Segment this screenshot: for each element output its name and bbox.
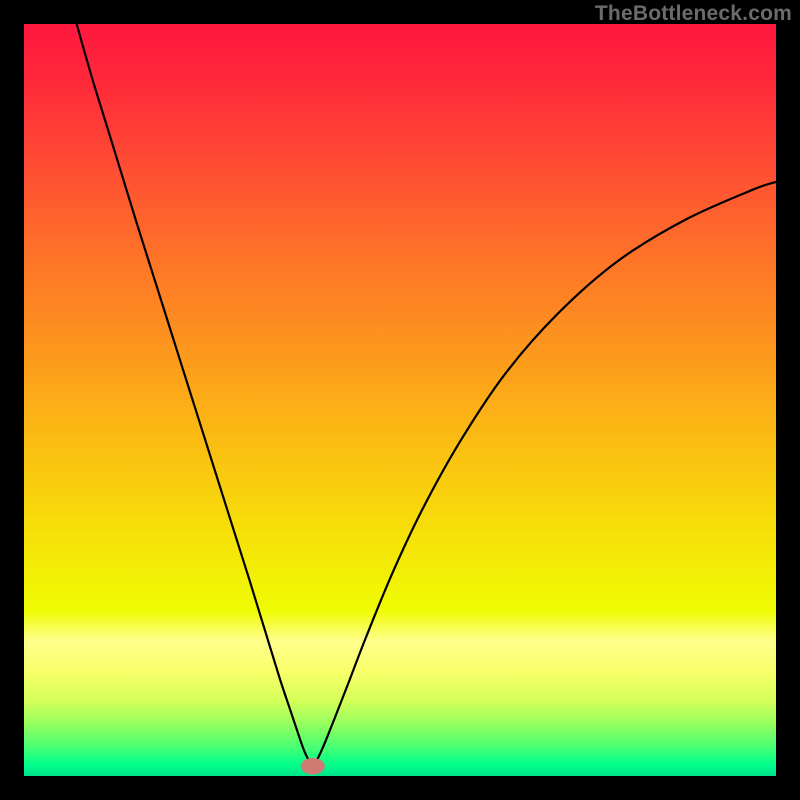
chart-stage: TheBottleneck.com bbox=[0, 0, 800, 800]
heatmap-gradient bbox=[24, 24, 776, 776]
plot-area bbox=[24, 24, 776, 776]
attribution-watermark: TheBottleneck.com bbox=[595, 2, 792, 26]
